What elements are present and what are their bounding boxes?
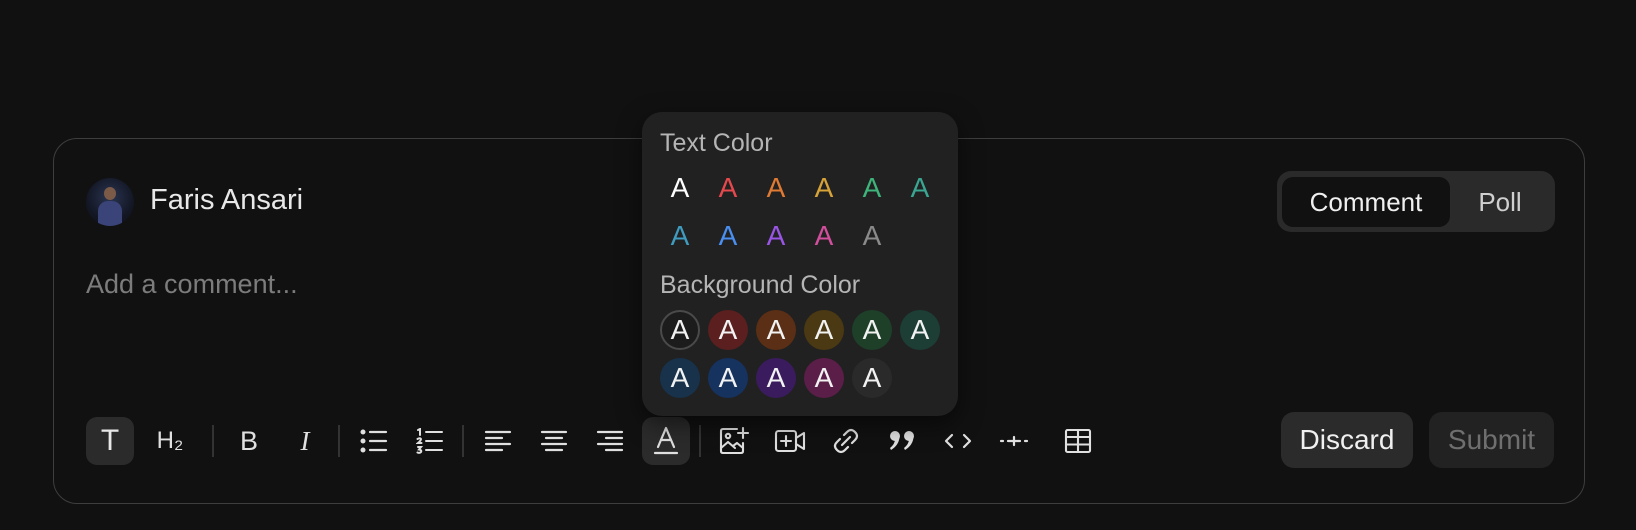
- text-color-icon: [653, 426, 679, 455]
- color-picker-popover: Text Color AAAAAAAAAAA Background Color …: [642, 112, 958, 416]
- text-color-swatch[interactable]: A: [852, 168, 892, 208]
- background-color-swatch[interactable]: A: [708, 310, 748, 350]
- image-icon: [719, 427, 749, 455]
- background-color-swatch[interactable]: A: [852, 310, 892, 350]
- text-color-swatch[interactable]: A: [756, 168, 796, 208]
- insert-video-button[interactable]: [766, 417, 814, 465]
- text-color-swatch[interactable]: A: [900, 168, 940, 208]
- submit-button[interactable]: Submit: [1429, 412, 1554, 468]
- text-color-swatch[interactable]: A: [660, 216, 700, 256]
- align-right-button[interactable]: [586, 417, 634, 465]
- background-color-swatch[interactable]: A: [660, 358, 700, 398]
- background-color-swatch[interactable]: A: [804, 358, 844, 398]
- toolbar-divider: [212, 425, 214, 457]
- background-color-swatch[interactable]: A: [756, 358, 796, 398]
- table-icon: [1064, 428, 1092, 454]
- discard-button[interactable]: Discard: [1281, 412, 1413, 468]
- numbered-list-icon: [416, 428, 443, 454]
- text-color-swatch[interactable]: A: [756, 216, 796, 256]
- comment-mode-button[interactable]: Comment: [1282, 177, 1450, 227]
- code-button[interactable]: [934, 417, 982, 465]
- text-color-swatch[interactable]: A: [804, 216, 844, 256]
- insert-link-button[interactable]: [822, 417, 870, 465]
- background-color-swatch[interactable]: A: [900, 310, 940, 350]
- heading-button[interactable]: H₂: [146, 417, 194, 465]
- background-color-swatch[interactable]: A: [852, 358, 892, 398]
- blockquote-button[interactable]: [878, 417, 926, 465]
- code-icon: [944, 433, 972, 449]
- numbered-list-button[interactable]: [406, 417, 454, 465]
- align-center-icon: [540, 430, 568, 452]
- align-right-icon: [596, 430, 624, 452]
- paragraph-icon: T: [100, 424, 120, 457]
- text-color-swatch[interactable]: A: [708, 216, 748, 256]
- horizontal-rule-icon: [999, 435, 1029, 447]
- italic-icon: I: [300, 425, 310, 456]
- bold-icon: B: [239, 425, 258, 456]
- background-color-swatch[interactable]: A: [660, 310, 700, 350]
- comment-input[interactable]: Add a comment...: [86, 269, 298, 300]
- text-color-swatch[interactable]: A: [804, 168, 844, 208]
- text-color-swatch[interactable]: A: [660, 168, 700, 208]
- bullet-list-icon: [360, 429, 388, 453]
- toolbar-divider: [462, 425, 464, 457]
- paragraph-button[interactable]: T: [86, 417, 134, 465]
- poll-mode-button[interactable]: Poll: [1450, 177, 1550, 227]
- video-icon: [774, 429, 806, 453]
- user-name: Faris Ansari: [150, 184, 304, 216]
- text-color-heading: Text Color: [660, 129, 773, 157]
- bullet-list-button[interactable]: [350, 417, 398, 465]
- background-color-heading: Background Color: [660, 271, 861, 299]
- mode-toggle: Comment Poll: [1277, 171, 1555, 232]
- text-color-swatch[interactable]: A: [708, 168, 748, 208]
- insert-image-button[interactable]: [710, 417, 758, 465]
- toolbar-divider: [699, 425, 701, 457]
- horizontal-rule-button[interactable]: [990, 417, 1038, 465]
- link-icon: [833, 428, 859, 454]
- background-color-swatch[interactable]: A: [756, 310, 796, 350]
- background-color-swatch[interactable]: A: [708, 358, 748, 398]
- bold-button[interactable]: B: [225, 417, 273, 465]
- align-center-button[interactable]: [530, 417, 578, 465]
- text-color-button[interactable]: [642, 417, 690, 465]
- align-left-icon: [484, 430, 512, 452]
- toolbar-divider: [338, 425, 340, 457]
- insert-table-button[interactable]: [1054, 417, 1102, 465]
- heading-icon: H₂: [156, 427, 184, 454]
- avatar: [86, 178, 134, 226]
- align-left-button[interactable]: [474, 417, 522, 465]
- text-color-swatch[interactable]: A: [852, 216, 892, 256]
- blockquote-icon: [890, 431, 914, 450]
- italic-button[interactable]: I: [281, 417, 329, 465]
- background-color-swatch[interactable]: A: [804, 310, 844, 350]
